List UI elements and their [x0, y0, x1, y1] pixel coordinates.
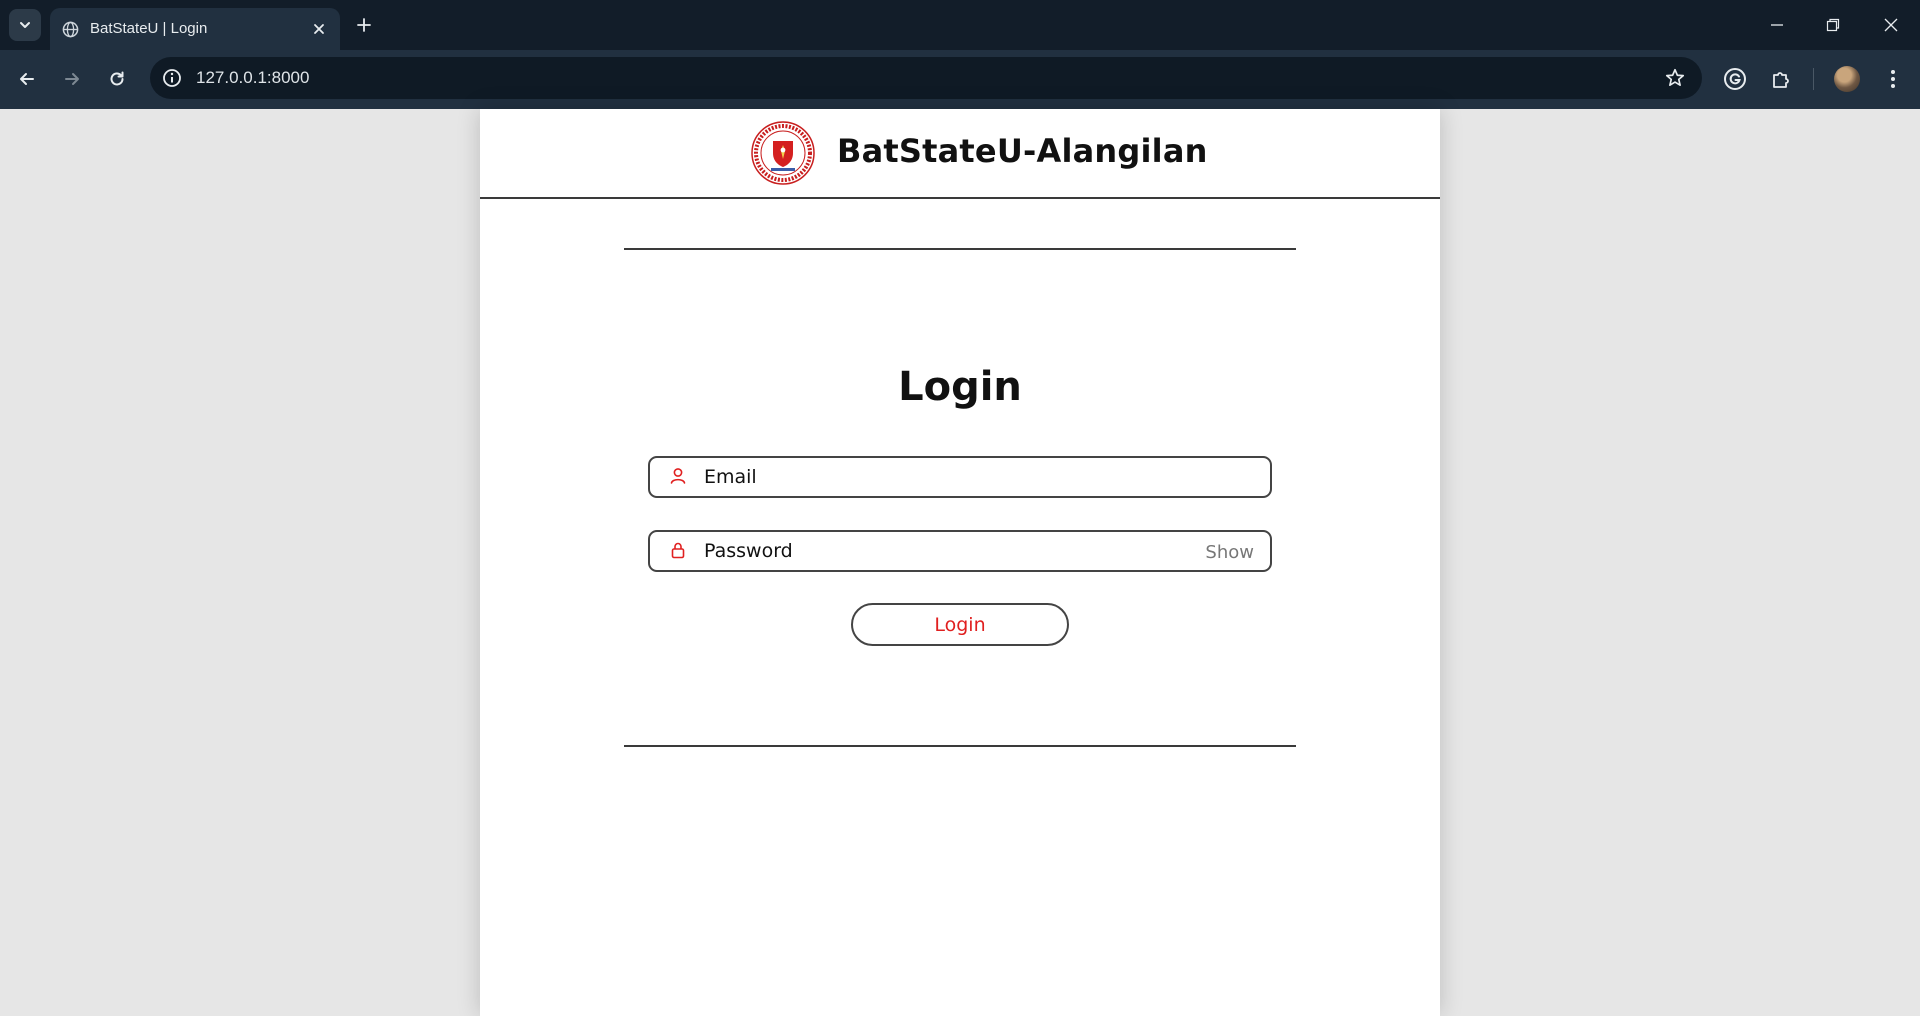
url-text[interactable]: 127.0.0.1:8000	[196, 68, 309, 88]
plus-icon	[357, 18, 371, 32]
user-icon	[670, 468, 686, 484]
reload-icon	[110, 71, 124, 86]
globe-icon	[62, 21, 79, 38]
show-password-toggle[interactable]: Show	[1205, 542, 1254, 563]
browser-titlebar: BatStateU | Login	[0, 0, 1920, 50]
page-container: BatStateU-Alangilan Login Show Login	[480, 109, 1440, 1016]
puzzle-icon	[1773, 72, 1789, 88]
university-seal-logo	[751, 121, 815, 185]
kebab-menu-icon	[1891, 70, 1895, 88]
tab-title: BatStateU | Login	[90, 20, 208, 37]
star-icon[interactable]	[1664, 67, 1686, 89]
restore-icon	[1826, 18, 1840, 32]
chevron-down-icon	[20, 22, 30, 28]
email-field[interactable]	[648, 456, 1272, 498]
profile-avatar[interactable]	[1834, 66, 1860, 92]
minimize-button[interactable]	[1762, 10, 1792, 40]
lock-icon	[671, 542, 685, 559]
back-button[interactable]	[12, 64, 42, 94]
reload-button[interactable]	[102, 64, 132, 94]
site-title: BatStateU-Alangilan	[837, 132, 1208, 170]
close-icon	[1884, 18, 1898, 32]
close-window-button[interactable]	[1876, 10, 1906, 40]
login-heading: Login	[898, 364, 1022, 410]
browser-toolbar: 127.0.0.1:8000	[0, 50, 1920, 109]
restore-button[interactable]	[1818, 10, 1848, 40]
close-icon	[314, 24, 324, 34]
forward-button[interactable]	[57, 64, 87, 94]
tab-close-button[interactable]	[310, 20, 328, 38]
grammarly-extension-button[interactable]	[1720, 64, 1750, 94]
browser-tab[interactable]: BatStateU | Login	[50, 8, 340, 50]
back-arrow-icon	[20, 73, 34, 85]
info-icon[interactable]	[162, 68, 182, 88]
bottom-divider	[624, 745, 1296, 747]
forward-arrow-icon	[65, 73, 79, 85]
new-tab-button[interactable]	[352, 13, 376, 37]
login-button[interactable]: Login	[851, 603, 1069, 646]
email-input[interactable]	[704, 464, 1184, 490]
minimize-icon	[1771, 24, 1783, 26]
top-divider	[624, 248, 1296, 250]
password-input[interactable]	[704, 538, 1184, 564]
browser-menu-button[interactable]	[1878, 64, 1908, 94]
extensions-button[interactable]	[1766, 64, 1796, 94]
grammarly-icon	[1724, 68, 1746, 90]
tab-search-button[interactable]	[9, 9, 41, 41]
address-bar[interactable]: 127.0.0.1:8000	[150, 57, 1702, 99]
toolbar-divider	[1813, 68, 1814, 90]
site-header: BatStateU-Alangilan	[480, 109, 1440, 199]
password-field[interactable]: Show	[648, 530, 1272, 572]
